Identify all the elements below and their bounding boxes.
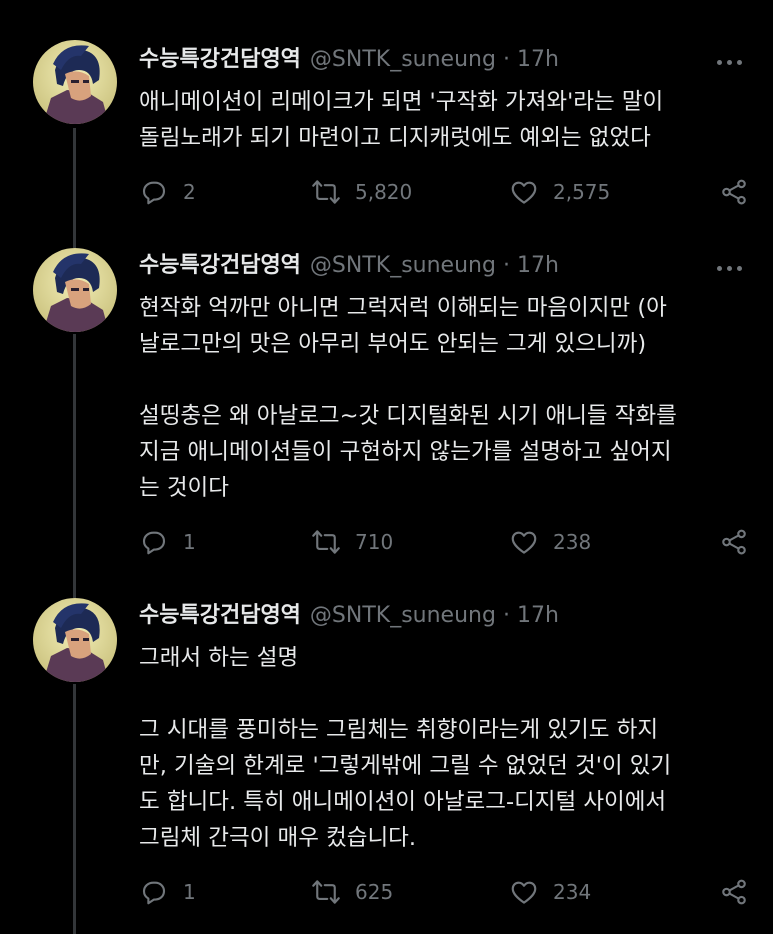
retweet-icon (312, 180, 340, 204)
share-icon (722, 879, 746, 905)
avatar[interactable] (33, 598, 117, 682)
tweet-paragraph: 설띵충은 왜 아날로그~갓 디지털화된 시기 애니들 작화를 지금 애니메이션들… (139, 403, 677, 501)
tweet-paragraph: 그래서 하는 설명 (139, 645, 299, 671)
reply-icon (142, 881, 166, 905)
like-button[interactable]: 2,575 (509, 175, 610, 209)
tweet-paragraph: 애니메이션이 리메이크가 되면 '구작화 가져와'라는 말이 돌림노래가 되기 … (139, 89, 664, 151)
thread-line (73, 128, 76, 232)
tweet-header: 수능특강건담영역 @SNTK_suneung · 17h (139, 46, 559, 74)
tweet-text: 현작화 억까만 아니면 그럭저럭 이해되는 마음이지만 (아 날로그만의 맛은 … (139, 290, 749, 506)
share-button[interactable] (719, 175, 749, 209)
retweet-button[interactable]: 710 (311, 525, 393, 559)
retweet-button[interactable]: 5,820 (311, 175, 412, 209)
display-name[interactable]: 수능특강건담영역 (139, 602, 301, 630)
thread-line (73, 230, 76, 248)
like-icon (511, 531, 537, 554)
avatar-image (33, 598, 117, 682)
retweet-count: 5,820 (355, 180, 413, 204)
reply-button[interactable]: 1 (139, 525, 196, 559)
avatar-image (33, 248, 117, 332)
tweet-actions: 1 710 238 (139, 525, 749, 559)
like-button[interactable]: 234 (509, 875, 591, 909)
thread-line (73, 684, 76, 934)
share-button[interactable] (719, 875, 749, 909)
tweet[interactable]: 수능특강건담영역 @SNTK_suneung · 17h 애니메이션이 리메이크… (0, 0, 773, 232)
like-count: 2,575 (553, 180, 611, 204)
retweet-icon (312, 530, 340, 554)
reply-count: 1 (183, 880, 196, 904)
retweet-button[interactable]: 625 (311, 875, 393, 909)
like-count: 238 (553, 530, 592, 554)
display-name[interactable]: 수능특강건담영역 (139, 46, 301, 74)
retweet-count: 625 (355, 880, 394, 904)
avatar[interactable] (33, 248, 117, 332)
tweet-paragraph: 그 시대를 풍미하는 그림체는 취향이라는게 있기도 하지 만, 기술의 한계로… (139, 717, 672, 851)
tweet-paragraph: 현작화 억까만 아니면 그럭저럭 이해되는 마음이지만 (아 날로그만의 맛은 … (139, 295, 667, 357)
share-icon (722, 529, 746, 555)
user-handle[interactable]: @SNTK_suneung (310, 602, 496, 630)
share-button[interactable] (719, 525, 749, 559)
reply-button[interactable]: 1 (139, 875, 196, 909)
timestamp[interactable]: 17h (517, 252, 559, 280)
thread-line (73, 580, 76, 598)
separator: · (502, 603, 510, 628)
user-handle[interactable]: @SNTK_suneung (310, 252, 496, 280)
tweet-text: 애니메이션이 리메이크가 되면 '구작화 가져와'라는 말이 돌림노래가 되기 … (139, 84, 749, 156)
reply-count: 1 (183, 530, 196, 554)
tweet-text: 그래서 하는 설명 그 시대를 풍미하는 그림체는 취향이라는게 있기도 하지 … (139, 640, 749, 856)
reply-count: 2 (183, 180, 196, 204)
like-icon (511, 181, 537, 204)
separator: · (502, 47, 510, 72)
reply-button[interactable]: 2 (139, 175, 196, 209)
more-options-icon[interactable] (717, 266, 742, 271)
display-name[interactable]: 수능특강건담영역 (139, 252, 301, 280)
tweet-header: 수능특강건담영역 @SNTK_suneung · 17h (139, 252, 559, 280)
retweet-count: 710 (355, 530, 394, 554)
tweet[interactable]: 수능특강건담영역 @SNTK_suneung · 17h 그래서 하는 설명 그… (0, 580, 773, 934)
like-button[interactable]: 238 (509, 525, 591, 559)
retweet-icon (312, 880, 340, 904)
timestamp[interactable]: 17h (517, 46, 559, 74)
like-count: 234 (553, 880, 592, 904)
tweet-actions: 2 5,820 2,575 (139, 175, 749, 209)
separator: · (502, 253, 510, 278)
tweet-actions: 1 625 234 (139, 875, 749, 909)
timestamp[interactable]: 17h (517, 602, 559, 630)
tweet[interactable]: 수능특강건담영역 @SNTK_suneung · 17h 현작화 억까만 아니면… (0, 230, 773, 582)
tweet-header: 수능특강건담영역 @SNTK_suneung · 17h (139, 602, 559, 630)
thread-line (73, 334, 76, 582)
like-icon (511, 881, 537, 904)
share-icon (722, 179, 746, 205)
avatar-image (33, 40, 117, 124)
reply-icon (142, 531, 166, 555)
more-options-icon[interactable] (717, 60, 742, 65)
reply-icon (142, 181, 166, 205)
user-handle[interactable]: @SNTK_suneung (310, 46, 496, 74)
avatar[interactable] (33, 40, 117, 124)
